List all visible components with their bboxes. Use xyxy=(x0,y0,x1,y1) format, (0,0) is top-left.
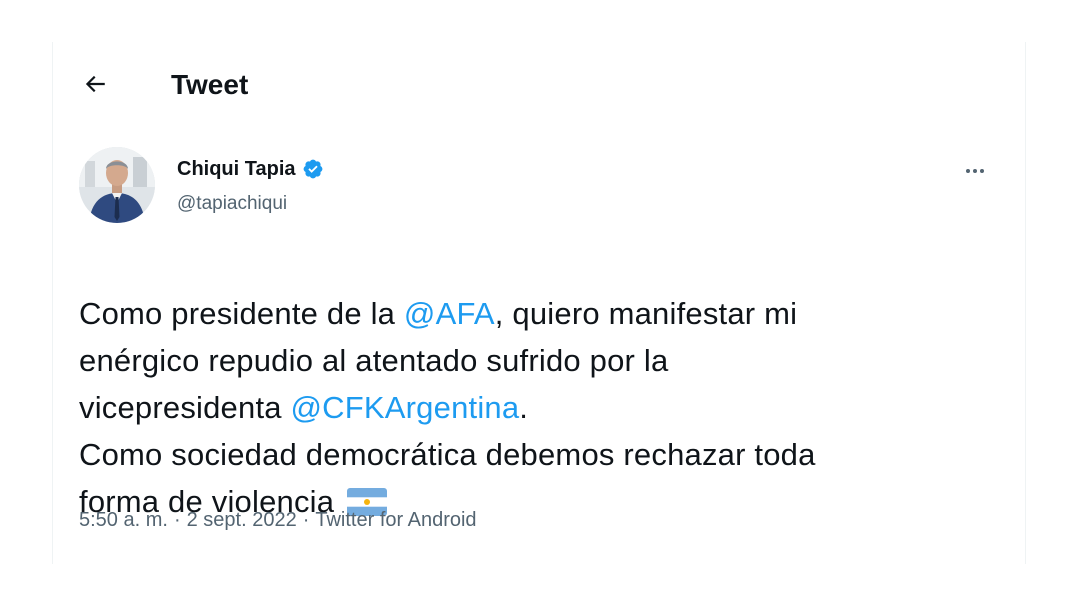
arrow-left-icon xyxy=(85,75,105,93)
tweet-text-line: Como sociedad democrática debemos rechaz… xyxy=(79,437,816,472)
tweet-body: Como presidente de la @AFA, quiero manif… xyxy=(79,290,999,529)
mention-link-afa[interactable]: @AFA xyxy=(404,296,495,331)
back-button[interactable] xyxy=(75,64,115,104)
tweet-text-segment: , quiero manifestar mi xyxy=(494,296,798,331)
tweet-meta: 5:50 a. m. · 2 sept. 2022 · Twitter for Andr… xyxy=(79,508,477,532)
tweet-text-segment: Como presidente de la xyxy=(79,296,404,331)
avatar[interactable] xyxy=(79,147,155,223)
more-dots-icon xyxy=(966,169,984,173)
tweet-header: Tweet xyxy=(53,42,1025,128)
mention-link-cfkargentina[interactable]: @CFKArgentina xyxy=(291,390,520,425)
meta-separator: · xyxy=(173,509,181,531)
verified-badge-icon xyxy=(302,158,324,180)
avatar-image xyxy=(79,147,155,223)
tweet-text-segment: . xyxy=(519,390,529,425)
meta-separator: · xyxy=(302,509,310,531)
tweet-author: Chiqui Tapia @tapiachiqui xyxy=(79,147,999,227)
page-title: Tweet xyxy=(171,69,249,100)
author-handle[interactable]: @tapiachiqui xyxy=(177,192,287,216)
more-options-button[interactable] xyxy=(957,153,993,189)
author-display-name[interactable]: Chiqui Tapia xyxy=(177,157,296,181)
tweet-text-segment: vicepresidenta xyxy=(79,390,291,425)
author-name-line: Chiqui Tapia xyxy=(177,157,324,181)
tweet-source-link[interactable]: Twitter for Android xyxy=(315,509,476,531)
tweet-detail-panel: Tweet Chiqui Tapia @tapiachiqui Como pre… xyxy=(52,42,1026,564)
tweet-timestamp-time[interactable]: 5:50 a. m. xyxy=(79,509,168,531)
tweet-text-line: enérgico repudio al atentado sufrido por… xyxy=(79,343,669,378)
tweet-timestamp-date[interactable]: 2 sept. 2022 xyxy=(187,509,297,531)
